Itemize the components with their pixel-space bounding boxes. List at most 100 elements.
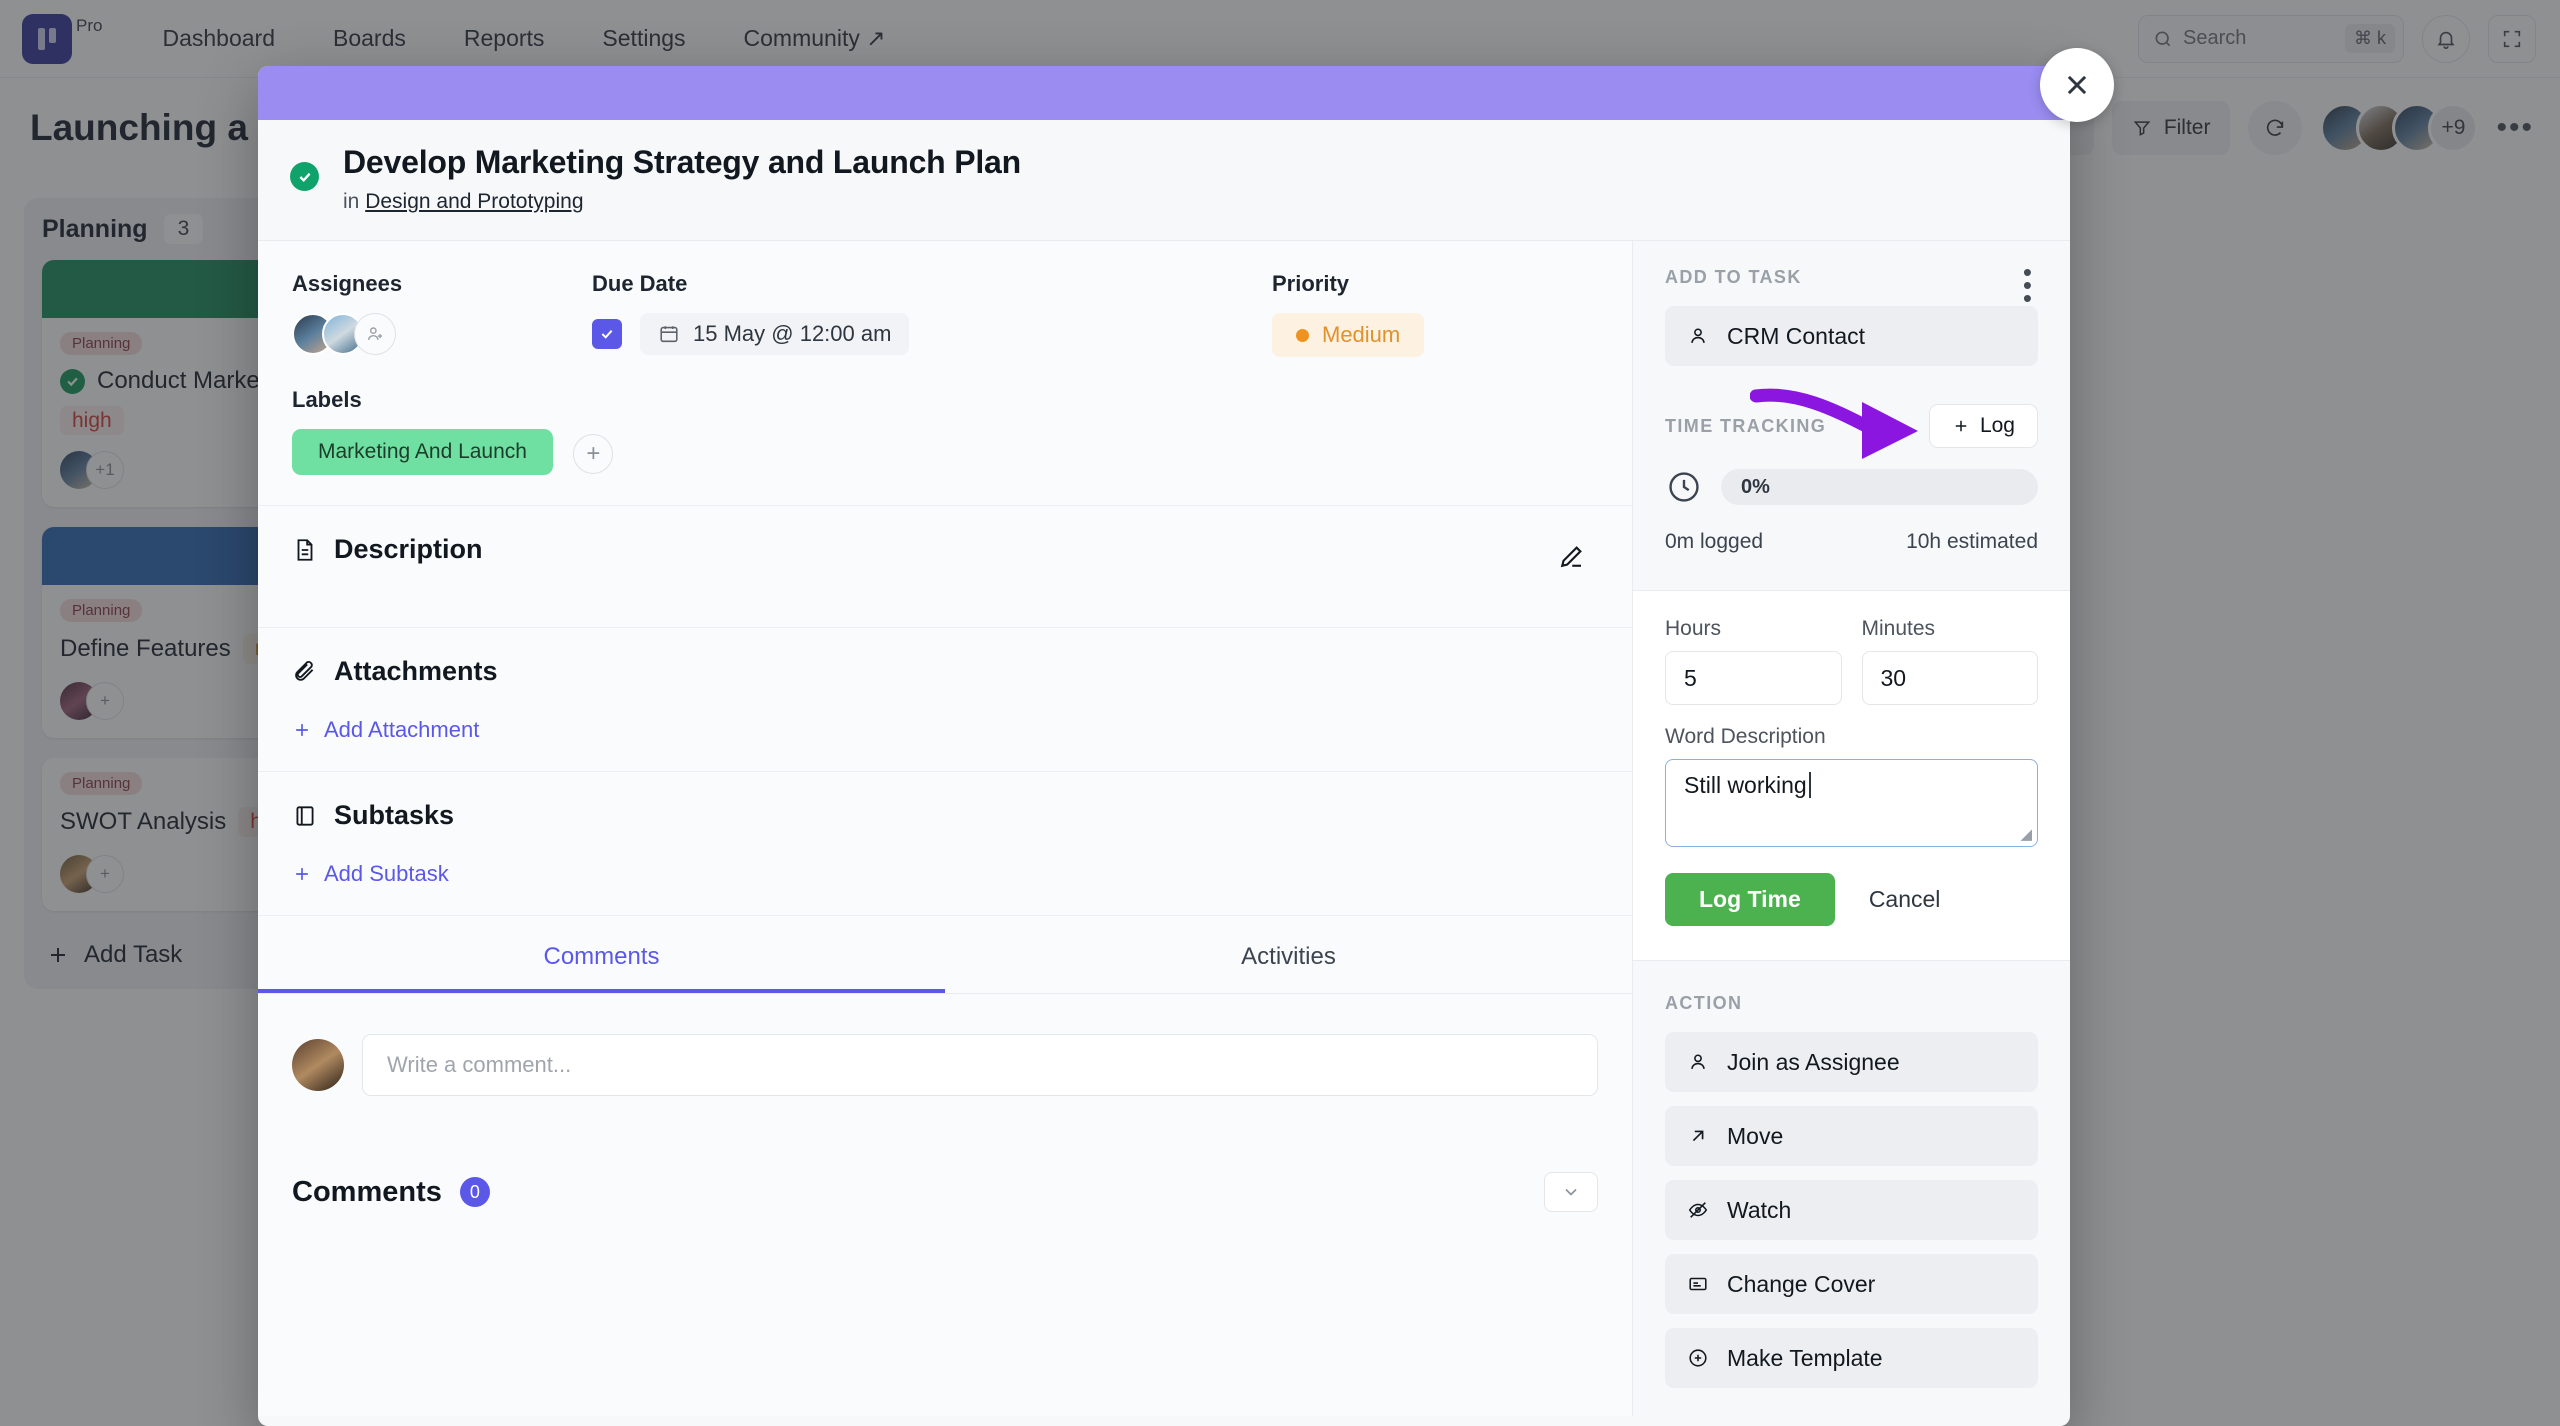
hours-input[interactable]: 5 (1665, 651, 1842, 705)
action-make-template[interactable]: Make Template (1665, 1328, 2038, 1388)
label-chip[interactable]: Marketing And Launch (292, 429, 553, 475)
pencil-icon (1560, 546, 1582, 568)
description-heading: Description (292, 534, 1598, 565)
hours-label: Hours (1665, 617, 1722, 640)
log-time-toggle-button[interactable]: Log (1928, 404, 2038, 448)
plus-icon (1955, 420, 1967, 432)
calendar-icon (660, 326, 678, 343)
action-watch[interactable]: Watch (1665, 1180, 2038, 1240)
add-subtask-button[interactable]: Add Subtask (292, 861, 1598, 887)
description-section: Description (258, 506, 1632, 628)
close-modal-button[interactable] (2040, 48, 2114, 122)
task-breadcrumb: in Design and Prototyping (343, 190, 1021, 214)
add-attachment-button[interactable]: Add Attachment (292, 717, 1598, 743)
assignees-avatars[interactable] (292, 313, 592, 355)
time-estimated-text: 10h estimated (1906, 530, 2038, 553)
comments-count-badge: 0 (459, 1177, 490, 1207)
plus-icon (296, 724, 308, 736)
task-title: Develop Marketing Strategy and Launch Pl… (343, 144, 1021, 180)
clock-icon (1669, 472, 1699, 502)
subtasks-heading: Subtasks (292, 800, 1598, 831)
time-tracking-label: TIME TRACKING (1665, 415, 1827, 436)
add-to-task-label: ADD TO TASK (1665, 267, 1802, 287)
time-progress-row: 0% (1665, 468, 2038, 506)
plus-icon (296, 868, 308, 880)
comments-heading: Comments (292, 1175, 442, 1208)
task-more-options-button[interactable]: • • • (2023, 259, 2032, 311)
modal-cover-banner[interactable] (258, 66, 2070, 120)
action-move[interactable]: Move (1665, 1106, 2038, 1166)
subtasks-section: Subtasks Add Subtask (258, 772, 1632, 916)
priority-field: Priority Medium (1272, 271, 1425, 357)
time-logged-text: 0m logged (1665, 530, 1764, 553)
paperclip-icon (295, 660, 314, 681)
word-description-textarea[interactable]: Still working ◢ (1665, 759, 2038, 847)
assignees-field: Assignees (292, 271, 592, 357)
person-icon (1691, 328, 1705, 343)
due-date-field: Due Date 15 May @ 12:00 am (592, 271, 1272, 357)
minutes-field: Minutes 30 (1861, 617, 2038, 705)
add-to-task-item-crm-contact[interactable]: CRM Contact (1665, 306, 2038, 366)
resize-handle-icon[interactable]: ◢ (2020, 825, 2032, 843)
labels-field: Labels Marketing And Launch + (258, 381, 1632, 506)
hours-field: Hours 5 (1665, 617, 1842, 705)
modal-right-pane: ADD TO TASK CRM Contact TIME TRACKING Lo… (1632, 241, 2070, 1416)
eye-off-icon (1688, 1202, 1708, 1218)
plus-circle-icon (1689, 1349, 1707, 1367)
comments-list-header: Comments 0 (292, 1172, 1598, 1212)
word-description-value: Still working (1684, 772, 1807, 798)
breadcrumb-prefix: in (343, 190, 360, 213)
subtask-icon (296, 805, 314, 826)
due-date-value: 15 May @ 12:00 am (693, 321, 892, 346)
action-change-cover[interactable]: Change Cover (1665, 1254, 2038, 1314)
minutes-label: Minutes (1861, 617, 1936, 640)
time-progress-percent: 0% (1741, 475, 1770, 498)
detail-tabs: Comments Activities (258, 916, 1632, 994)
avatar (292, 1039, 344, 1091)
arrow-up-right-icon (1692, 1130, 1704, 1142)
assignees-label: Assignees (292, 271, 403, 296)
modal-header: Develop Marketing Strategy and Launch Pl… (258, 120, 2070, 311)
priority-dot-icon (1296, 328, 1309, 342)
breadcrumb-list-link[interactable]: Design and Prototyping (365, 190, 583, 213)
time-tracking-section: TIME TRACKING Log 0% 0m logged 10h estim… (1633, 390, 2070, 564)
person-icon (1691, 1054, 1705, 1069)
task-complete-icon[interactable] (290, 162, 319, 191)
action-label: ACTION (1665, 993, 1743, 1013)
log-time-cancel-button[interactable]: Cancel (1869, 886, 1941, 913)
tab-activities[interactable]: Activities (945, 916, 1632, 993)
due-date-label: Due Date (592, 271, 688, 296)
add-to-task-section: ADD TO TASK CRM Contact (1633, 241, 2070, 390)
priority-label: Priority (1272, 271, 1350, 296)
person-add-icon (368, 327, 383, 340)
edit-description-button[interactable] (1556, 542, 1586, 577)
priority-value: Medium (1322, 322, 1401, 347)
log-time-submit-button[interactable]: Log Time (1665, 873, 1835, 926)
image-icon (1689, 1277, 1707, 1291)
add-assignee-button[interactable] (354, 313, 396, 355)
attachments-heading: Attachments (292, 656, 1598, 687)
tab-comments[interactable]: Comments (258, 916, 945, 993)
comment-input[interactable]: Write a comment... (362, 1034, 1598, 1096)
task-detail-modal: Develop Marketing Strategy and Launch Pl… (258, 66, 2070, 1426)
modal-left-pane: Assignees Due Date 15 May @ 12:00 am Pri… (258, 241, 1632, 1416)
log-time-form: Hours 5 Minutes 30 Word Description Stil… (1633, 590, 2070, 961)
text-cursor (1808, 772, 1811, 798)
collapse-comments-button[interactable] (1544, 1172, 1598, 1212)
due-date-checkbox[interactable] (592, 319, 622, 349)
task-meta-row: Assignees Due Date 15 May @ 12:00 am Pri… (258, 241, 1632, 381)
comment-placeholder: Write a comment... (387, 1052, 572, 1077)
close-icon (2067, 75, 2087, 95)
minutes-input[interactable]: 30 (1861, 651, 2038, 705)
chevron-down-icon (1565, 1188, 1577, 1196)
action-join-as-assignee[interactable]: Join as Assignee (1665, 1032, 2038, 1092)
labels-label: Labels (292, 387, 362, 412)
add-label-button[interactable]: + (573, 433, 614, 474)
time-progress-bar: 0% (1721, 469, 2038, 505)
attachments-section: Attachments Add Attachment (258, 628, 1632, 772)
document-icon (297, 538, 313, 561)
word-description-label: Word Description (1665, 725, 1826, 748)
priority-badge[interactable]: Medium (1272, 313, 1425, 357)
modal-body: Assignees Due Date 15 May @ 12:00 am Pri… (258, 241, 2070, 1416)
due-date-value-button[interactable]: 15 May @ 12:00 am (640, 313, 910, 355)
